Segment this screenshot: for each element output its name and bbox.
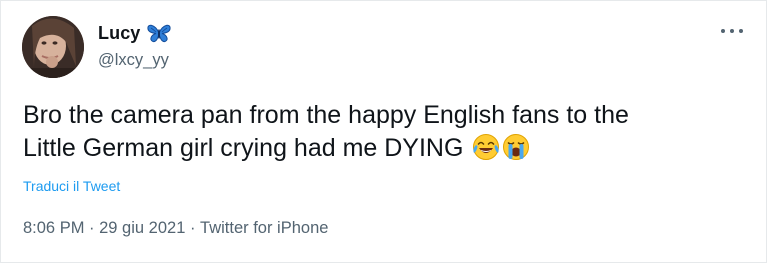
face-with-tears-of-joy-icon xyxy=(472,133,500,161)
avatar-image xyxy=(22,16,84,78)
more-options-button[interactable] xyxy=(720,23,744,39)
loudly-crying-face-icon xyxy=(502,133,530,161)
avatar[interactable] xyxy=(22,16,84,78)
author-handle[interactable]: @lxcy_yy xyxy=(98,51,169,70)
tweet-source[interactable]: Twitter for iPhone xyxy=(200,219,328,238)
tweet-text-line-2-container: Little German girl crying had me DYING xyxy=(23,132,743,165)
tweet-text-line-2: Little German girl crying had me DYING xyxy=(23,134,464,162)
translate-tweet-link[interactable]: Traduci il Tweet xyxy=(23,178,120,194)
tweet-card: Lucy @lxcy_yy Bro the camera pan from th… xyxy=(0,0,767,263)
tweet-time[interactable]: 8:06 PM xyxy=(23,219,84,238)
more-horizontal-icon xyxy=(721,29,743,33)
author-name-row: Lucy xyxy=(98,21,172,45)
butterfly-icon xyxy=(146,22,172,44)
tweet-text-line-1: Bro the camera pan from the happy Englis… xyxy=(23,101,629,129)
meta-separator: · xyxy=(84,219,100,237)
tweet-text: Bro the camera pan from the happy Englis… xyxy=(23,99,743,165)
meta-separator: · xyxy=(185,219,201,237)
display-name[interactable]: Lucy xyxy=(98,23,140,44)
tweet-metadata: 8:06 PM · 29 giu 2021 · Twitter for iPho… xyxy=(23,219,328,238)
tweet-date[interactable]: 29 giu 2021 xyxy=(99,219,185,238)
